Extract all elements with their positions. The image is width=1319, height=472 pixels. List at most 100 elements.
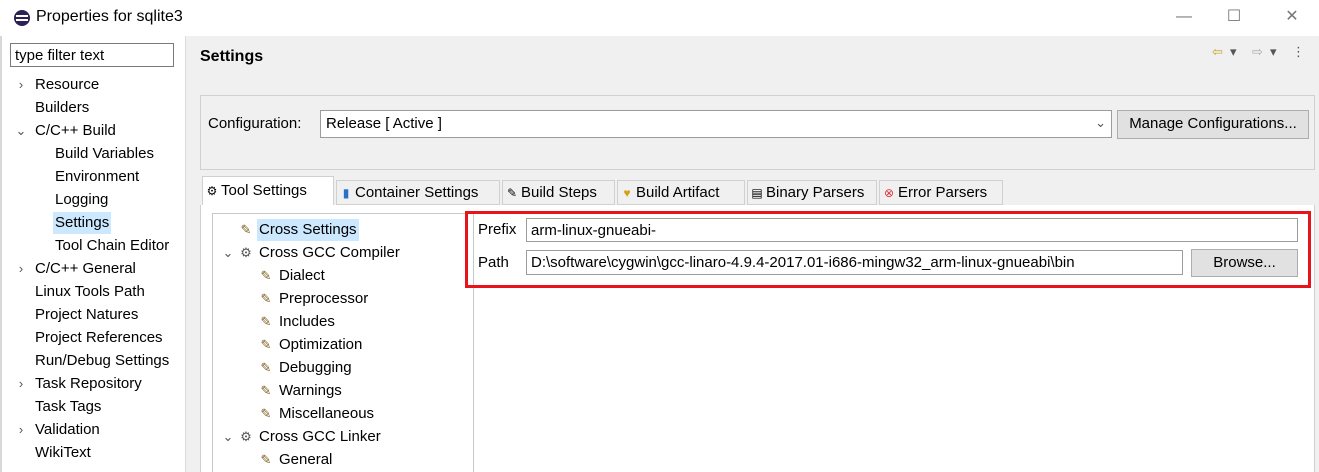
chevron-right-icon[interactable]: ›	[14, 74, 28, 96]
tool-tree-item-optimization[interactable]: ✎ Optimization	[213, 334, 473, 356]
tool-tree-item-includes[interactable]: ✎ Includes	[213, 311, 473, 333]
build-steps-icon: ✎	[506, 186, 518, 200]
sidebar-item-label: Tool Chain Editor	[55, 237, 170, 254]
tool-tree-label: Warnings	[279, 382, 342, 399]
sidebar-item-logging[interactable]: Logging	[10, 189, 185, 211]
tool-tree-label: General	[279, 451, 333, 468]
sidebar-item-label: Task Tags	[35, 398, 102, 415]
more-options-icon[interactable]: ⋮	[1292, 44, 1305, 60]
sidebar-item-label: Settings	[53, 212, 112, 234]
sidebar-item-label: Builders	[35, 99, 90, 116]
sidebar-item-task-tags[interactable]: Task Tags	[10, 396, 185, 418]
eclipse-icon	[14, 10, 30, 26]
sidebar-item-settings[interactable]: Settings	[10, 212, 185, 234]
tool-tree-label: Debugging	[279, 359, 352, 376]
tool-tree-item-cross-settings[interactable]: ✎ Cross Settings	[213, 219, 473, 241]
sidebar-item-label: Project References	[35, 329, 163, 346]
chevron-down-icon[interactable]: ⌄	[221, 426, 235, 448]
option-page-icon: ✎	[260, 406, 272, 421]
property-tree: › Resource Builders ⌄ C/C++ Build Build Varia…	[10, 73, 185, 472]
sidebar-item-label: C/C++ General	[35, 260, 136, 277]
chevron-right-icon[interactable]: ›	[14, 419, 28, 441]
tab-label: Build Artifact	[636, 184, 720, 201]
tool-tree-item-general[interactable]: ✎ General	[213, 449, 473, 471]
back-menu-icon[interactable]: ▾	[1230, 44, 1237, 60]
tool-settings-tree: ✎ Cross Settings ⌄ ⚙ Cross GCC Compiler ✎ Dial…	[212, 213, 474, 472]
tab-error-parsers[interactable]: ⊗ Error Parsers	[879, 180, 1003, 205]
sidebar-item-linux-tools-path[interactable]: Linux Tools Path	[10, 281, 185, 303]
tool-tree-item-miscellaneous[interactable]: ✎ Miscellaneous	[213, 403, 473, 425]
sidebar-item-project-references[interactable]: Project References	[10, 327, 185, 349]
sidebar-item-environment[interactable]: Environment	[10, 166, 185, 188]
container-icon: ▮	[342, 186, 350, 200]
sidebar-item-label: WikiText	[35, 444, 91, 461]
binary-parser-icon: ▤	[751, 186, 763, 200]
sidebar-item-label: C/C++ Build	[35, 122, 116, 139]
sidebar-item-tool-chain-editor[interactable]: Tool Chain Editor	[10, 235, 185, 257]
sidebar-item-label: Task Repository	[35, 375, 142, 392]
back-arrow-icon[interactable]: ⇦	[1212, 44, 1223, 60]
tool-tree-item-preprocessor[interactable]: ✎ Preprocessor	[213, 288, 473, 310]
sidebar-item-project-natures[interactable]: Project Natures	[10, 304, 185, 326]
sidebar-item-label: Project Natures	[35, 306, 139, 323]
sidebar-item-wikitext[interactable]: WikiText	[10, 442, 185, 464]
chevron-down-icon[interactable]: ⌄	[221, 242, 235, 264]
sidebar-item-resource[interactable]: › Resource	[10, 74, 185, 96]
sidebar-item-run-debug-settings[interactable]: Run/Debug Settings	[10, 350, 185, 372]
highlight-box	[465, 211, 1311, 288]
tab-build-artifact[interactable]: ♥ Build Artifact	[617, 180, 745, 205]
option-page-icon: ✎	[240, 222, 252, 237]
tool-tree-label: Miscellaneous	[279, 405, 375, 422]
option-page-icon: ✎	[260, 314, 272, 329]
chevron-down-icon[interactable]: ⌄	[14, 120, 28, 142]
filter-input[interactable]	[10, 43, 174, 67]
chevron-right-icon[interactable]: ›	[14, 258, 28, 280]
manage-configurations-button[interactable]: Manage Configurations...	[1117, 110, 1309, 139]
sidebar-item-label: Environment	[55, 168, 140, 185]
sidebar-item-label: Linux Tools Path	[35, 283, 145, 300]
tool-tree-label: Cross Settings	[257, 219, 359, 241]
tool-tree-label: Cross GCC Linker	[259, 428, 381, 445]
sidebar-item-c-c-general[interactable]: › C/C++ General	[10, 258, 185, 280]
forward-menu-icon[interactable]: ▾	[1270, 44, 1277, 60]
tool-gear-icon: ⚙	[240, 245, 252, 260]
sidebar-item-validation[interactable]: › Validation	[10, 419, 185, 441]
tool-tree-item-dialect[interactable]: ✎ Dialect	[213, 265, 473, 287]
window-title: Properties for sqlite3	[36, 8, 183, 25]
sidebar-item-label: Validation	[35, 421, 100, 438]
sidebar-item-label: Run/Debug Settings	[35, 352, 170, 369]
chevron-right-icon[interactable]: ›	[14, 373, 28, 395]
sidebar-item-build-variables[interactable]: Build Variables	[10, 143, 185, 165]
tab-tool-settings[interactable]: ⚙ Tool Settings	[202, 176, 334, 207]
page-title: Settings	[200, 48, 264, 65]
error-icon: ⊗	[883, 186, 895, 200]
tool-tree-label: Includes	[279, 313, 335, 330]
tool-tree-label: Preprocessor	[279, 290, 369, 307]
tool-tree-item-warnings[interactable]: ✎ Warnings	[213, 380, 473, 402]
tab-label: Error Parsers	[898, 184, 988, 201]
tab-label: Build Steps	[521, 184, 597, 201]
tab-label: Tool Settings	[221, 182, 307, 199]
minimize-button[interactable]: —	[1161, 6, 1207, 30]
close-button[interactable]: ✕	[1269, 6, 1315, 30]
option-page-icon: ✎	[260, 291, 272, 306]
sidebar-item-task-repository[interactable]: › Task Repository	[10, 373, 185, 395]
option-page-icon: ✎	[260, 383, 272, 398]
option-page-icon: ✎	[260, 452, 272, 467]
tool-tree-item-debugging[interactable]: ✎ Debugging	[213, 357, 473, 379]
maximize-button[interactable]: ☐	[1211, 6, 1257, 30]
tool-tree-label: Optimization	[279, 336, 363, 353]
tab-label: Container Settings	[355, 184, 479, 201]
configuration-select[interactable]: Release [ Active ] ⌄	[320, 110, 1112, 138]
tab-container-settings[interactable]: ▮ Container Settings	[336, 180, 500, 205]
option-page-icon: ✎	[260, 360, 272, 375]
tool-gear-icon: ⚙	[240, 429, 252, 444]
tool-tree-item-cross-gcc-compiler[interactable]: ⌄ ⚙ Cross GCC Compiler	[213, 242, 473, 264]
tab-label: Binary Parsers	[766, 184, 865, 201]
tab-build-steps[interactable]: ✎ Build Steps	[502, 180, 615, 205]
sidebar-item-builders[interactable]: Builders	[10, 97, 185, 119]
sidebar-item-c-c-build[interactable]: ⌄ C/C++ Build	[10, 120, 185, 142]
tool-tree-item-cross-gcc-linker[interactable]: ⌄ ⚙ Cross GCC Linker	[213, 426, 473, 448]
forward-arrow-icon[interactable]: ⇨	[1252, 44, 1263, 60]
tab-binary-parsers[interactable]: ▤ Binary Parsers	[747, 180, 877, 205]
